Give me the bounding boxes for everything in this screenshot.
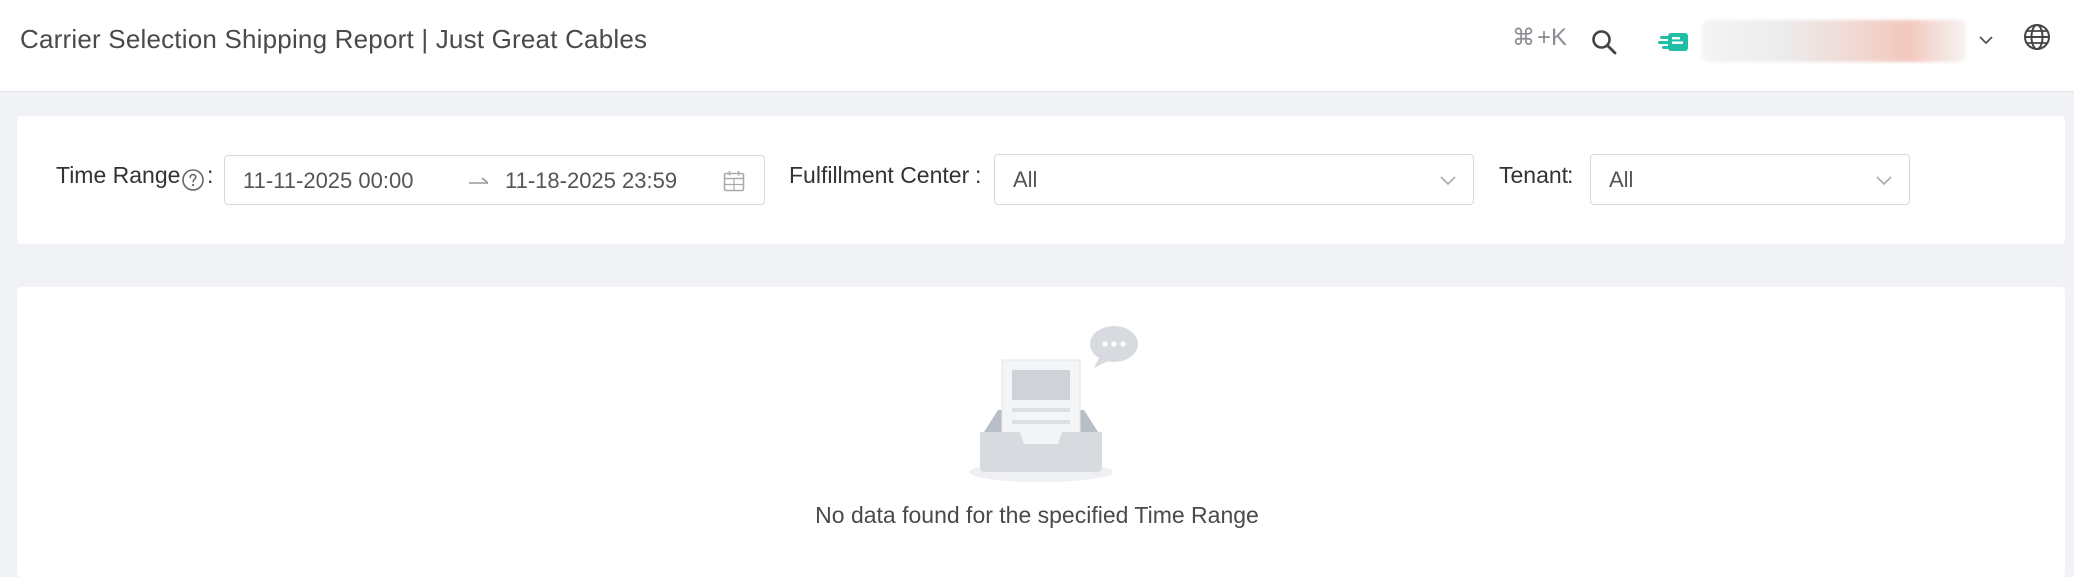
tenant-value: All — [1609, 167, 1634, 192]
top-header: Carrier Selection Shipping Report | Just… — [0, 0, 2074, 92]
range-end-input[interactable]: 11-18-2025 23:59 — [505, 168, 677, 194]
globe-icon[interactable] — [2022, 22, 2052, 52]
fulfillment-center-select[interactable]: All — [994, 154, 1474, 205]
time-range-label: Time Range — [56, 162, 181, 188]
fulfillment-center-value: All — [1013, 167, 1038, 192]
chevron-down-icon[interactable] — [1976, 32, 1996, 48]
command-palette-shortcut[interactable]: ⌘ +K — [1512, 24, 1567, 52]
page-title: Carrier Selection Shipping Report | Just… — [20, 24, 648, 54]
search-icon[interactable] — [1590, 28, 1618, 56]
chevron-down-icon — [1876, 176, 1892, 186]
fulfillment-center-label: Fulfillment Center — [789, 162, 970, 188]
arrow-right-icon — [469, 177, 489, 184]
empty-state-message: No data found for the specified Time Ran… — [815, 502, 1259, 528]
chevron-down-icon — [1440, 176, 1456, 186]
calendar-icon[interactable] — [722, 169, 746, 193]
tenant-colon: : — [1567, 162, 1574, 188]
help-icon[interactable] — [181, 168, 205, 192]
tenant-select[interactable]: All — [1590, 154, 1910, 205]
account-switcher[interactable] — [1702, 20, 1966, 62]
empty-inbox-icon — [969, 326, 1138, 482]
time-range-picker[interactable]: 11-11-2025 00:00 11-18-2025 23:59 — [224, 155, 765, 205]
command-key-icon: ⌘ — [1512, 25, 1535, 51]
brand-logo-icon — [1658, 33, 1688, 51]
tenant-label: Tenant — [1499, 162, 1569, 188]
time-range-colon: : — [207, 162, 214, 188]
shortcut-key-label: +K — [1537, 24, 1568, 51]
range-start-input[interactable]: 11-11-2025 00:00 — [243, 168, 413, 194]
fulfillment-center-colon: : — [975, 162, 982, 188]
